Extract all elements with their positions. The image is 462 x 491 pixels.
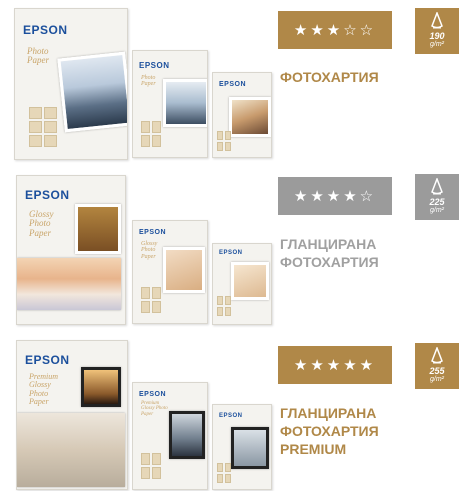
pack-photo [57, 51, 127, 133]
pack-feature-tiles [29, 107, 57, 147]
product-title-line: PREMIUM [280, 441, 347, 457]
pack-feature-tiles [141, 287, 161, 313]
epson-logo: EPSON [219, 250, 243, 256]
paper-weight-unit: g/m² [430, 376, 444, 383]
product-title: ГЛАНЦИРАНА ФОТОХАРТИЯ [280, 235, 379, 271]
product-pack-small: EPSON [212, 72, 272, 158]
epson-logo: EPSON [139, 61, 170, 70]
paper-weight-value: 190 [429, 31, 445, 41]
product-pack-medium: EPSON Photo Paper [132, 50, 208, 158]
product-pack-medium: EPSON Glossy Photo Paper [132, 220, 208, 324]
pack-product-name: Premium Glossy Photo Paper [141, 401, 168, 417]
paper-weight-badge: 190 g/m² [415, 8, 459, 54]
pack-feature-tiles [217, 463, 231, 483]
pack-photo [229, 97, 271, 137]
paper-weight-badge: 225 g/m² [415, 174, 459, 220]
rating-badge: ★★★☆☆ [278, 11, 392, 49]
pack-feature-tiles [141, 121, 161, 147]
paper-weight-icon [431, 12, 443, 29]
product-title: ФОТОХАРТИЯ [280, 68, 379, 86]
product-pack-large: EPSON Glossy Photo Paper [16, 175, 126, 325]
pack-photo [169, 411, 205, 459]
epson-logo: EPSON [139, 229, 167, 236]
epson-logo: EPSON [219, 413, 243, 419]
product-pack-large: EPSON Premium Glossy Photo Paper [16, 340, 128, 490]
product-row-glossy-photo-paper: EPSON Glossy Photo Paper EPSON Glossy Ph… [0, 165, 462, 330]
product-pack-medium: EPSON Premium Glossy Photo Paper [132, 382, 208, 490]
paper-weight-unit: g/m² [430, 207, 444, 214]
pack-photo [231, 427, 269, 469]
paper-weight-icon [431, 347, 443, 364]
pack-product-name: Glossy Photo Paper [29, 209, 54, 238]
product-pack-large: EPSON Photo Paper [14, 8, 128, 160]
pack-feature-tiles [141, 453, 161, 479]
epson-logo: EPSON [219, 81, 247, 88]
pack-photo [163, 79, 207, 127]
pack-product-name: Premium Glossy Photo Paper [29, 372, 59, 407]
paper-weight-value: 255 [429, 366, 445, 376]
epson-logo: EPSON [25, 188, 70, 202]
rating-badge: ★★★★☆ [278, 177, 392, 215]
paper-weight-unit: g/m² [430, 41, 444, 48]
pack-product-name: Photo Paper [141, 75, 156, 88]
pack-photo [231, 262, 269, 300]
pack-photo [163, 247, 205, 293]
paper-weight-icon [431, 178, 443, 195]
product-title-line: ФОТОХАРТИЯ [280, 423, 379, 439]
pack-feature-tiles [217, 296, 231, 316]
product-pack-small: EPSON [212, 404, 272, 490]
epson-logo: EPSON [25, 353, 70, 367]
product-row-premium-glossy-photo-paper: EPSON Premium Glossy Photo Paper EPSON P… [0, 330, 462, 491]
pack-photo [81, 367, 121, 407]
paper-weight-value: 225 [429, 197, 445, 207]
pack-photo-bedroom [17, 413, 125, 487]
pack-photo [75, 204, 121, 254]
product-title-line: ГЛАНЦИРАНА [280, 405, 377, 421]
product-title-line: ФОТОХАРТИЯ [280, 254, 379, 270]
product-title-line: ФОТОХАРТИЯ [280, 69, 379, 85]
epson-logo: EPSON [139, 391, 167, 398]
product-title: ГЛАНЦИРАНА ФОТОХАРТИЯ PREMIUM [280, 404, 379, 458]
product-pack-small: EPSON [212, 243, 272, 325]
product-title-line: ГЛАНЦИРАНА [280, 236, 377, 252]
product-row-photo-paper: EPSON Photo Paper EPSON Photo Paper EPSO… [0, 0, 462, 165]
rating-badge: ★★★★★ [278, 346, 392, 384]
epson-logo: EPSON [23, 23, 68, 37]
pack-feature-tiles [217, 131, 231, 151]
paper-weight-badge: 255 g/m² [415, 343, 459, 389]
pack-photo-children [17, 258, 121, 310]
